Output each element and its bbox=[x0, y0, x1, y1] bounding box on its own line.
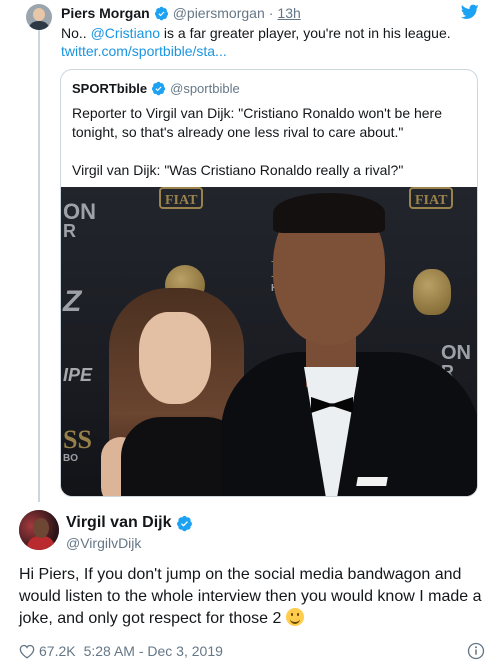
mention-link[interactable]: @Cristiano bbox=[91, 25, 160, 41]
parent-text-suffix: is a far greater player, you're not in h… bbox=[160, 25, 451, 41]
backdrop-text-ss: SS bbox=[63, 425, 92, 454]
backdrop-text-r: R bbox=[63, 221, 76, 241]
verified-badge-icon bbox=[152, 81, 166, 96]
quoted-tweet-card[interactable]: SPORTbible @sportbible Reporter to Virgi… bbox=[60, 69, 478, 497]
verified-badge-icon bbox=[154, 6, 168, 20]
man-figure-hair bbox=[273, 193, 385, 233]
reply-text-body: Hi Piers, If you don't jump on the socia… bbox=[19, 566, 482, 627]
reply-tweet-text: Hi Piers, If you don't jump on the socia… bbox=[19, 564, 485, 630]
quoted-text-line-2: Virgil van Dijk: "Was Cristiano Ronaldo … bbox=[72, 162, 404, 178]
heart-icon[interactable] bbox=[19, 644, 35, 659]
parent-tweet-text: No.. @Cristiano is a far greater player,… bbox=[61, 24, 481, 60]
parent-tweet-time[interactable]: 13h bbox=[277, 5, 300, 21]
reply-author-handle[interactable]: @VirgilvDijk bbox=[66, 535, 141, 551]
verified-badge-icon bbox=[176, 515, 192, 531]
parent-author-name[interactable]: Piers Morgan bbox=[61, 5, 150, 21]
ballon-dor-logo-right bbox=[413, 269, 451, 315]
woman-figure-face bbox=[139, 312, 211, 404]
parent-author-handle[interactable]: @piersmorgan bbox=[173, 5, 265, 21]
reply-author-name[interactable]: Virgil van Dijk bbox=[66, 514, 172, 532]
backdrop-text-bo: BO bbox=[63, 453, 78, 464]
quoted-text-line-1: Reporter to Virgil van Dijk: "Cristiano … bbox=[72, 105, 443, 140]
backdrop-text-ipe: IPE bbox=[63, 365, 93, 385]
quoted-author-handle: @sportbible bbox=[170, 81, 240, 96]
thread-connector-line bbox=[38, 30, 40, 502]
backdrop-text-z: Z bbox=[63, 285, 82, 318]
quoted-author-name: SPORTbible bbox=[72, 81, 148, 96]
tweet-timestamp[interactable]: 5:28 AM - Dec 3, 2019 bbox=[84, 643, 223, 659]
info-icon[interactable] bbox=[467, 642, 485, 660]
twitter-bird-icon[interactable] bbox=[461, 4, 479, 20]
separator-dot: · bbox=[268, 5, 274, 21]
man-figure-pocket-square bbox=[356, 477, 388, 486]
sportbible-url-link[interactable]: twitter.com/sportbible/sta... bbox=[61, 42, 481, 60]
parent-text-prefix: No.. bbox=[61, 25, 91, 41]
grinning-face-emoji-icon bbox=[285, 608, 304, 626]
parent-tweet-header: Piers Morgan @piersmorgan · 13h bbox=[61, 4, 301, 22]
quoted-tweet-text: Reporter to Virgil van Dijk: "Cristiano … bbox=[72, 104, 468, 199]
piers-morgan-avatar[interactable] bbox=[26, 4, 52, 30]
like-count[interactable]: 67.2K bbox=[39, 643, 76, 659]
fiat-crest-left bbox=[159, 187, 203, 209]
quoted-tweet-header: SPORTbible @sportbible bbox=[72, 81, 240, 96]
virgil-van-dijk-avatar[interactable] bbox=[19, 510, 59, 550]
parent-tweet[interactable]: Piers Morgan @piersmorgan · 13h No.. @Cr… bbox=[0, 0, 500, 502]
reply-tweet[interactable]: Virgil van Dijk @VirgilvDijk Hi Piers, I… bbox=[0, 502, 500, 665]
reply-tweet-footer: 67.2K 5:28 AM - Dec 3, 2019 bbox=[19, 641, 485, 661]
fiat-crest-right bbox=[409, 187, 453, 209]
reply-name-row: Virgil van Dijk bbox=[66, 514, 193, 532]
quoted-tweet-photo[interactable]: ON R Z IPE SS BO FIAT FIAT L HU N ON R bbox=[61, 187, 477, 496]
